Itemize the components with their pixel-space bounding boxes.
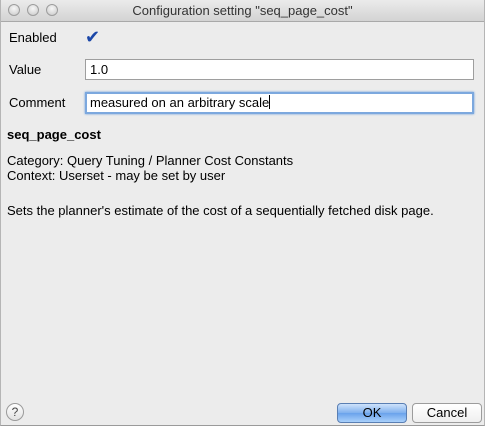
- comment-input[interactable]: measured on an arbitrary scale: [85, 92, 474, 114]
- value-label: Value: [9, 62, 42, 77]
- value-input[interactable]: [85, 59, 474, 80]
- ok-button[interactable]: OK: [337, 403, 407, 423]
- setting-name: seq_page_cost: [7, 127, 101, 142]
- cancel-button[interactable]: Cancel: [412, 403, 482, 423]
- enabled-label: Enabled: [9, 30, 57, 45]
- setting-context: Context: Userset - may be set by user: [7, 168, 226, 183]
- help-icon[interactable]: ?: [6, 403, 24, 421]
- comment-text: measured on an arbitrary scale: [90, 95, 270, 110]
- comment-label: Comment: [9, 95, 66, 110]
- text-caret: [269, 95, 271, 109]
- setting-description: Sets the planner's estimate of the cost …: [7, 203, 434, 218]
- setting-category: Category: Query Tuning / Planner Cost Co…: [7, 153, 294, 168]
- config-dialog: Configuration setting "seq_page_cost" En…: [0, 0, 485, 426]
- enabled-checkbox[interactable]: ✔: [85, 28, 101, 46]
- window-title: Configuration setting "seq_page_cost": [132, 3, 353, 18]
- title-bar: Configuration setting "seq_page_cost": [1, 0, 484, 22]
